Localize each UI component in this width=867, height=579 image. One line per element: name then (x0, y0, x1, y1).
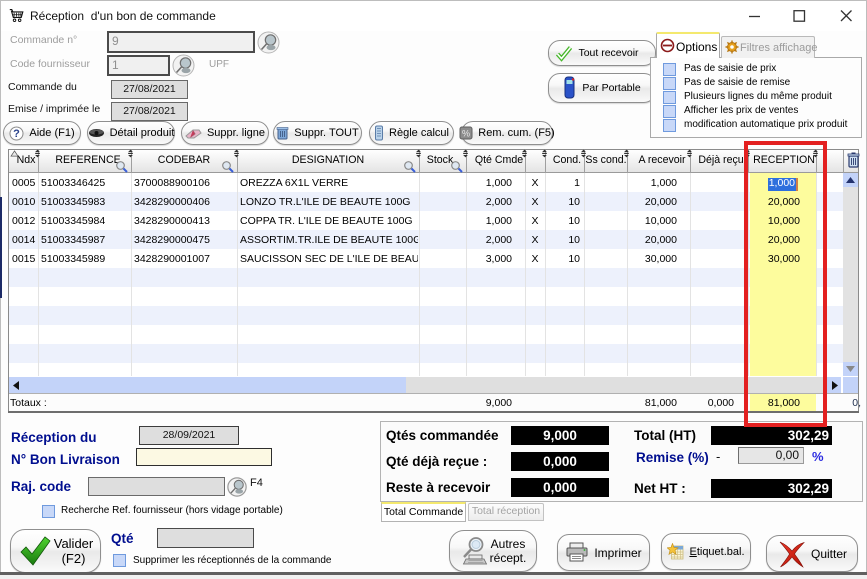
svg-text:%: % (462, 129, 470, 139)
svg-text:?: ? (14, 128, 21, 140)
